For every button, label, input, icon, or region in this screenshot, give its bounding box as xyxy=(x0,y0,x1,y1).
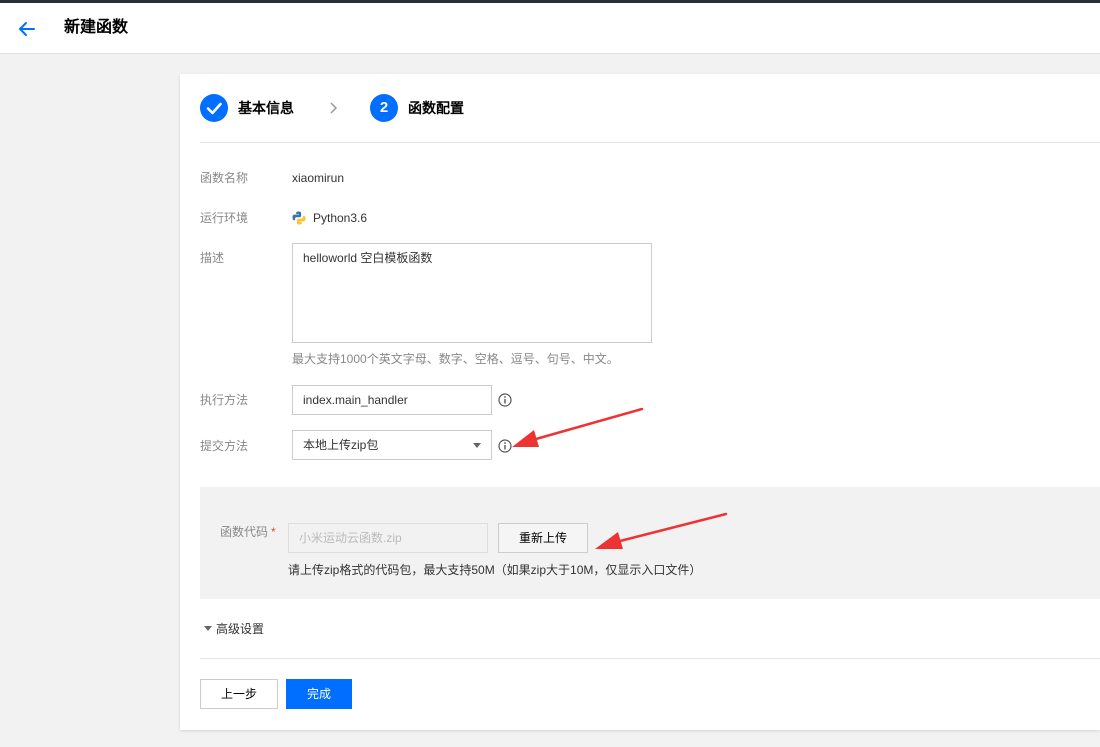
handler-input[interactable]: index.main_handler xyxy=(292,385,492,415)
chevron-right-icon xyxy=(330,102,338,114)
advanced-settings-label: 高级设置 xyxy=(216,622,265,636)
advanced-settings-toggle[interactable]: 高级设置 xyxy=(204,621,264,637)
required-mark: * xyxy=(271,525,276,539)
step-basic-info-label: 基本信息 xyxy=(238,100,294,116)
description-textarea[interactable]: helloworld 空白模板函数 xyxy=(292,243,652,343)
divider xyxy=(200,658,1100,659)
annotation-arrow-icon xyxy=(595,512,728,549)
code-file-input: 小米运动云函数.zip xyxy=(288,523,488,553)
caret-down-icon xyxy=(204,626,212,632)
back-arrow-icon[interactable] xyxy=(16,18,38,40)
form-card: 基本信息 2 函数配置 函数名称 xiaomirun 运行环境 Python3.… xyxy=(180,74,1100,730)
finish-button[interactable]: 完成 xyxy=(286,679,352,709)
step-function-config-label: 函数配置 xyxy=(408,100,464,116)
description-label: 描述 xyxy=(200,251,225,265)
function-name-label: 函数名称 xyxy=(200,171,249,185)
check-icon xyxy=(206,102,222,115)
page-header: 新建函数 xyxy=(0,3,1100,54)
python-icon xyxy=(292,211,306,225)
code-label: 函数代码 * xyxy=(220,525,276,539)
info-icon[interactable] xyxy=(498,393,512,407)
divider xyxy=(200,142,1100,143)
submit-method-value: 本地上传zip包 xyxy=(303,438,379,452)
prev-step-button[interactable]: 上一步 xyxy=(200,679,278,709)
runtime-value: Python3.6 xyxy=(313,211,368,225)
runtime-label: 运行环境 xyxy=(200,211,249,225)
annotation-arrow-icon xyxy=(512,407,644,447)
function-name-value: xiaomirun xyxy=(292,171,345,185)
handler-label: 执行方法 xyxy=(200,393,249,407)
description-hint: 最大支持1000个英文字母、数字、空格、逗号、句号、中文。 xyxy=(292,352,619,366)
code-hint: 请上传zip格式的代码包，最大支持50M（如果zip大于10M，仅显示入口文件） xyxy=(288,563,702,577)
step-done-circle xyxy=(200,94,228,122)
code-upload-panel: 函数代码 * 小米运动云函数.zip 重新上传 请上传zip格式的代码包，最大支持… xyxy=(200,487,1100,599)
caret-down-icon xyxy=(473,443,481,448)
submit-method-select[interactable]: 本地上传zip包 xyxy=(292,430,492,460)
step-number-badge: 2 xyxy=(370,94,398,122)
page-title: 新建函数 xyxy=(64,19,129,36)
reupload-button[interactable]: 重新上传 xyxy=(498,523,588,553)
submit-method-label: 提交方法 xyxy=(200,439,249,453)
